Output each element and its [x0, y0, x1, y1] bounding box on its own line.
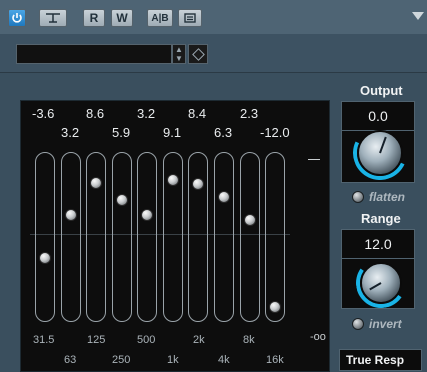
eq-mode-selector[interactable]: True Resp	[339, 349, 422, 371]
band-slider-2[interactable]	[61, 152, 81, 322]
band-2-gain: 3.2	[61, 125, 80, 140]
flatten-toggle[interactable]	[352, 191, 364, 203]
band-slider-4[interactable]	[112, 152, 132, 322]
slider-knob[interactable]	[268, 301, 281, 313]
output-label: Output	[360, 83, 403, 98]
triangle-down-icon[interactable]	[412, 12, 424, 20]
range-label: Range	[361, 211, 401, 226]
band-10-gain: -12.0	[260, 125, 290, 140]
slider-knob[interactable]	[217, 191, 230, 204]
diamond-icon[interactable]	[188, 44, 208, 64]
slider-knob[interactable]	[191, 178, 204, 191]
band-slider-8[interactable]	[214, 152, 234, 322]
band-slider-1[interactable]	[35, 152, 55, 322]
band-4-freq: 250	[112, 354, 131, 366]
preset-name-field[interactable]	[16, 44, 172, 64]
max-scale-mark	[308, 159, 320, 160]
band-slider-10[interactable]	[265, 152, 285, 322]
band-2-freq: 63	[64, 354, 77, 366]
ab-compare-button[interactable]: A|B	[147, 9, 173, 27]
invert-label: invert	[369, 317, 402, 331]
band-1-gain: -3.6	[32, 106, 55, 121]
read-label: R	[89, 11, 99, 25]
slider-knob[interactable]	[115, 193, 128, 206]
invert-toggle[interactable]	[352, 318, 364, 330]
band-1-freq: 31.5	[33, 334, 55, 346]
band-4-gain: 5.9	[112, 125, 131, 140]
band-9-gain: 2.3	[240, 106, 259, 121]
min-scale-label: -oo	[310, 331, 326, 343]
band-7-freq: 2k	[193, 334, 205, 346]
band-6-gain: 9.1	[163, 125, 182, 140]
range-value-field[interactable]: 12.0	[341, 229, 415, 259]
slider-knob[interactable]	[38, 251, 51, 264]
band-6-freq: 1k	[167, 354, 179, 366]
band-8-freq: 4k	[218, 354, 230, 366]
band-3-gain: 8.6	[86, 106, 105, 121]
band-8-gain: 6.3	[214, 125, 233, 140]
power-button[interactable]	[8, 9, 26, 27]
band-5-gain: 3.2	[137, 106, 156, 121]
slider-knob[interactable]	[89, 176, 102, 189]
slider-knob[interactable]	[64, 209, 77, 222]
band-10-freq: 16k	[266, 354, 284, 366]
plugin-toolbar: R W A|B	[0, 0, 427, 34]
ab-label: A|B	[151, 12, 169, 24]
slider-knob[interactable]	[166, 174, 179, 187]
band-7-gain: 8.4	[188, 106, 207, 121]
preset-menu-button[interactable]	[178, 9, 202, 27]
power-icon	[12, 13, 22, 23]
band-3-freq: 125	[87, 334, 106, 346]
band-slider-9[interactable]	[240, 152, 260, 322]
write-automation-button[interactable]: W	[111, 9, 133, 27]
read-automation-button[interactable]: R	[83, 9, 105, 27]
menu-icon	[184, 13, 196, 23]
slider-knob[interactable]	[243, 213, 256, 226]
band-slider-3[interactable]	[86, 152, 106, 322]
band-slider-5[interactable]	[137, 152, 157, 322]
bypass-icon	[46, 13, 60, 23]
band-slider-6[interactable]	[163, 152, 183, 322]
write-label: W	[116, 11, 128, 25]
band-slider-7[interactable]	[188, 152, 208, 322]
flatten-label: flatten	[369, 190, 405, 204]
slider-knob[interactable]	[140, 209, 153, 222]
up-down-arrows-icon[interactable]: ▲ ▼	[172, 44, 186, 64]
band-9-freq: 8k	[243, 334, 255, 346]
bypass-button[interactable]	[39, 9, 67, 27]
band-5-freq: 500	[137, 334, 156, 346]
